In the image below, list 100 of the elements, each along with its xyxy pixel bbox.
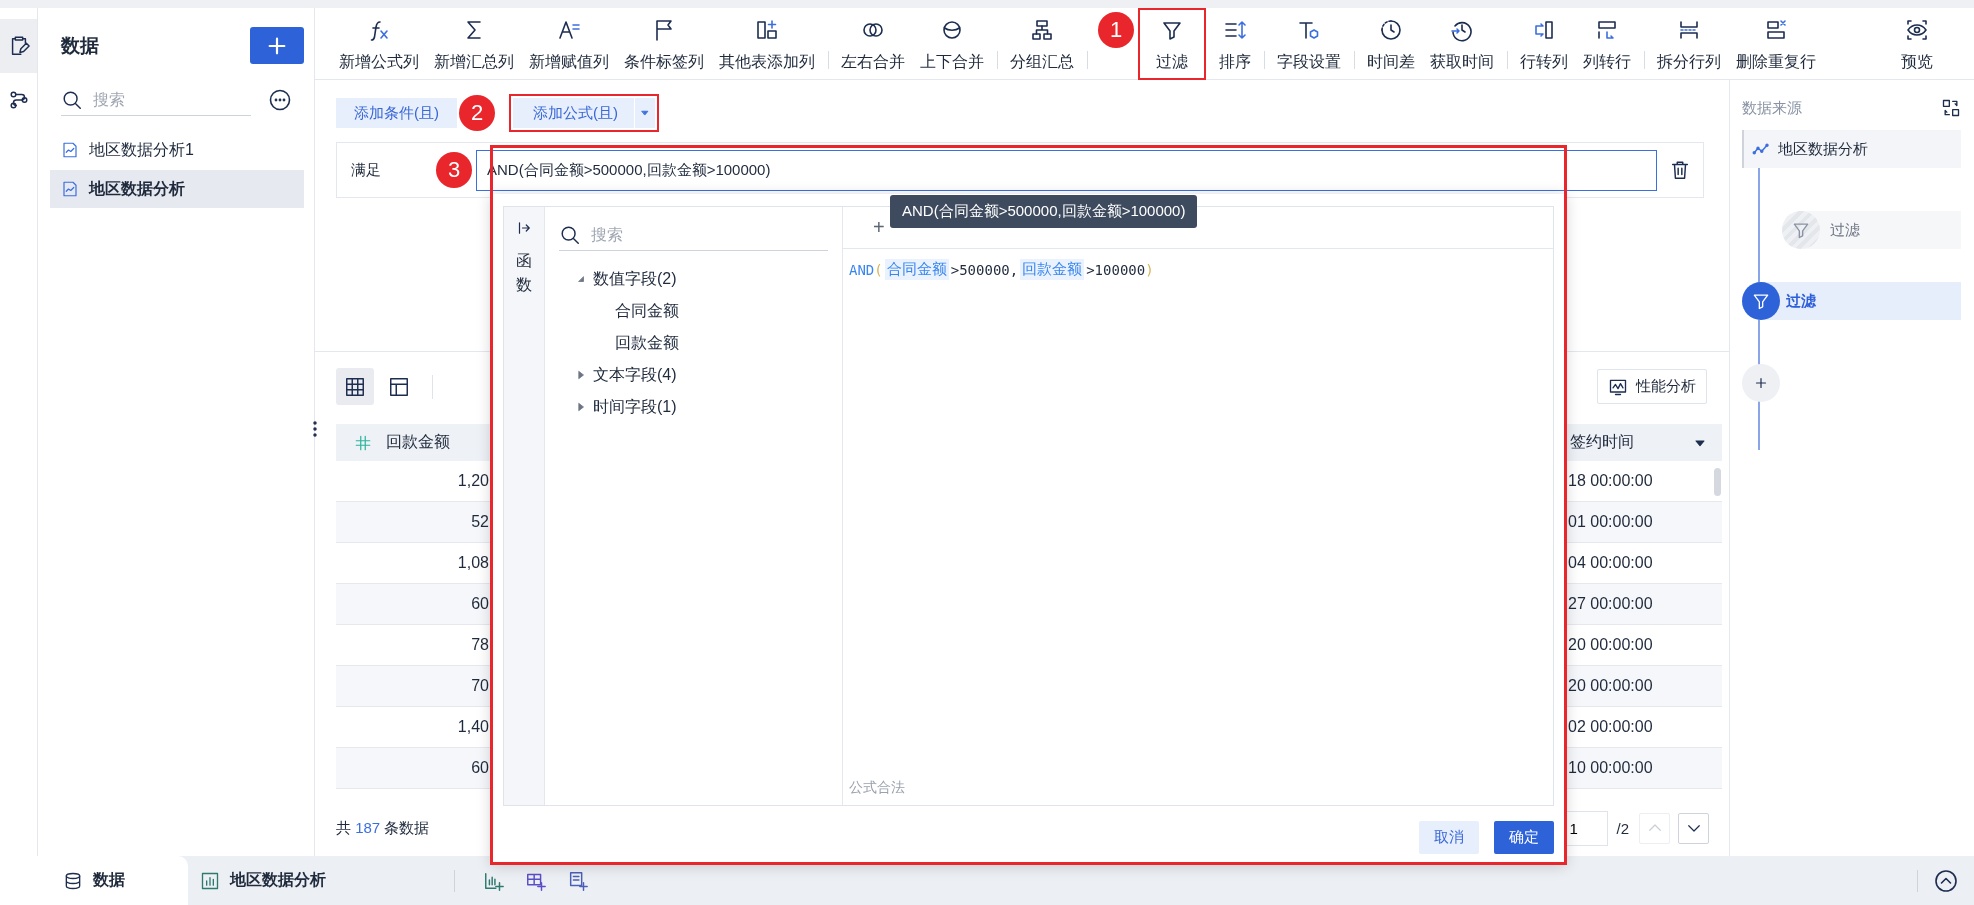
add-table-icon	[755, 18, 779, 42]
tree-item[interactable]: 数值字段(2)	[559, 263, 828, 295]
scrollbar-thumb[interactable]	[1714, 468, 1721, 496]
formula-editor[interactable]: AND( 合同金额 >500000, 回款金额 >100000)	[843, 249, 1553, 290]
column-header[interactable]: 回款金额	[386, 432, 450, 453]
table-cell-text: 1,20	[456, 471, 489, 491]
table-cell-text: 27 00:00:00	[1567, 594, 1653, 614]
toolbar-button[interactable]: 获取时间	[1428, 8, 1496, 80]
filter-step[interactable]: 过滤	[1742, 282, 1961, 320]
toolbar-button[interactable]: 上下合并	[918, 8, 986, 80]
trash-icon[interactable]	[1669, 159, 1691, 181]
add-step-button[interactable]	[1742, 364, 1780, 402]
panel-title: 数据	[61, 33, 99, 58]
view-toggle[interactable]	[336, 368, 374, 405]
callout-badge: 2	[459, 95, 495, 131]
toolbar-button[interactable]: 其他表添加列	[717, 8, 817, 80]
table-cell-text: 02 00:00:00	[1567, 717, 1653, 737]
add-formula-button[interactable]: 添加公式(且)	[513, 98, 634, 128]
validation-text: 公式合法	[848, 779, 906, 797]
search-field[interactable]: 搜索	[559, 219, 828, 251]
tooltip: AND(合同金额>500000,回款金额>100000)	[890, 195, 1198, 228]
table-cell-text: 04 00:00:00	[1567, 553, 1653, 573]
table-cell-text: 1,08	[456, 553, 489, 573]
swap-icon[interactable]	[1941, 98, 1961, 118]
chevron-up-circle-icon[interactable]	[1934, 868, 1958, 893]
cancel-button[interactable]: 取消	[1419, 821, 1479, 854]
search-icon	[61, 89, 83, 111]
add-button[interactable]	[250, 27, 304, 64]
hash-icon	[354, 433, 372, 452]
toolbar-button[interactable]: 新增汇总列	[432, 8, 516, 80]
table-cell-text: 01 00:00:00	[1567, 512, 1653, 532]
search-icon	[559, 224, 581, 246]
operator-button[interactable]: +	[869, 216, 889, 239]
split-circle-icon	[940, 18, 964, 42]
connected-nodes-icon	[7, 89, 30, 111]
column-to-row-icon	[1595, 18, 1619, 42]
split-rows-icon	[1677, 18, 1701, 42]
table-cell-text: 20 00:00:00	[1567, 676, 1653, 696]
hierarchy-icon	[1030, 18, 1054, 42]
layout-icon	[388, 375, 410, 398]
a-equals-icon	[557, 18, 581, 42]
toolbar-button[interactable]: 预览	[1899, 8, 1935, 80]
toolbar-button[interactable]: 新增赋值列	[527, 8, 611, 80]
clock-icon	[1379, 18, 1403, 42]
bar-chart-icon	[200, 870, 220, 891]
line-chart-icon	[61, 141, 79, 159]
dataset-item[interactable]: 地区数据分析1	[50, 131, 304, 169]
tree-item[interactable]: 文本字段(4)	[559, 359, 828, 391]
table-cell-text: 78	[470, 635, 489, 655]
toolbar-button[interactable]: 新增公式列	[337, 8, 421, 80]
row-to-column-icon	[1532, 18, 1556, 42]
toolbar-button[interactable]: 行转列	[1518, 8, 1570, 80]
dropdown-button[interactable]	[634, 98, 655, 128]
table-cell-text: 52	[470, 512, 489, 532]
toolbar-button[interactable]: 过滤	[1138, 8, 1206, 80]
callout-badge: 1	[1098, 12, 1134, 48]
column-header[interactable]: 签约时间	[1570, 432, 1634, 453]
sort-icon	[1223, 18, 1247, 42]
sheet-tab[interactable]: 数据	[0, 856, 188, 905]
more-icon[interactable]	[268, 88, 292, 112]
database-icon	[63, 870, 83, 891]
dataset-item[interactable]: 地区数据分析	[50, 170, 304, 208]
function-tab[interactable]: 函数	[516, 249, 532, 297]
table-cell-text: 20 00:00:00	[1567, 635, 1653, 655]
toolbar-button[interactable]: 拆分行列	[1655, 8, 1723, 80]
rail-button[interactable]	[0, 19, 37, 73]
filter-step[interactable]: 过滤	[1782, 211, 1961, 249]
eye-icon	[1905, 18, 1929, 42]
table-cell-text: 70	[470, 676, 489, 696]
page-total: /2	[1616, 819, 1629, 837]
add-condition-button[interactable]: 添加条件(且)	[336, 98, 457, 128]
grid-icon	[344, 375, 366, 398]
toolbar-button[interactable]: 分组汇总	[1008, 8, 1076, 80]
toolbar-button[interactable]: 条件标签列	[622, 8, 706, 80]
source-step[interactable]: 地区数据分析	[1742, 130, 1961, 168]
panel-title: 数据来源	[1742, 98, 1802, 118]
remove-duplicates-icon	[1764, 18, 1788, 42]
toolbar-button[interactable]: 左右合并	[839, 8, 907, 80]
table-cell-text: 60	[470, 594, 489, 614]
table-cell-text: 10 00:00:00	[1567, 758, 1653, 778]
table-cell-text: 18 00:00:00	[1567, 471, 1653, 491]
condition-label: 满足	[351, 160, 381, 180]
tree-item[interactable]: 合同金额	[559, 295, 828, 327]
toolbar-button[interactable]: 时间差	[1365, 8, 1417, 80]
tree-item[interactable]: 回款金额	[559, 327, 828, 359]
toolbar-button[interactable]: 字段设置	[1275, 8, 1343, 80]
toolbar-button[interactable]: 列转行	[1581, 8, 1633, 80]
tree-item[interactable]: 时间字段(1)	[559, 391, 828, 423]
table-cell-text: 60	[470, 758, 489, 778]
sheet-tab[interactable]: 地区数据分析	[188, 856, 338, 905]
line-chart-icon	[61, 180, 79, 198]
list-plus-icon[interactable]	[567, 869, 589, 892]
table-cell-text: 1,40	[456, 717, 489, 737]
performance-button[interactable]: 性能分析	[1597, 369, 1707, 404]
record-count: 共 187 条数据	[336, 818, 430, 838]
search-field[interactable]: 搜索	[61, 84, 251, 116]
callout-badge: 3	[436, 152, 472, 188]
confirm-button[interactable]: 确定	[1494, 821, 1554, 854]
toolbar-button[interactable]: 排序	[1217, 8, 1253, 80]
toolbar-button[interactable]: 删除重复行	[1734, 8, 1818, 80]
